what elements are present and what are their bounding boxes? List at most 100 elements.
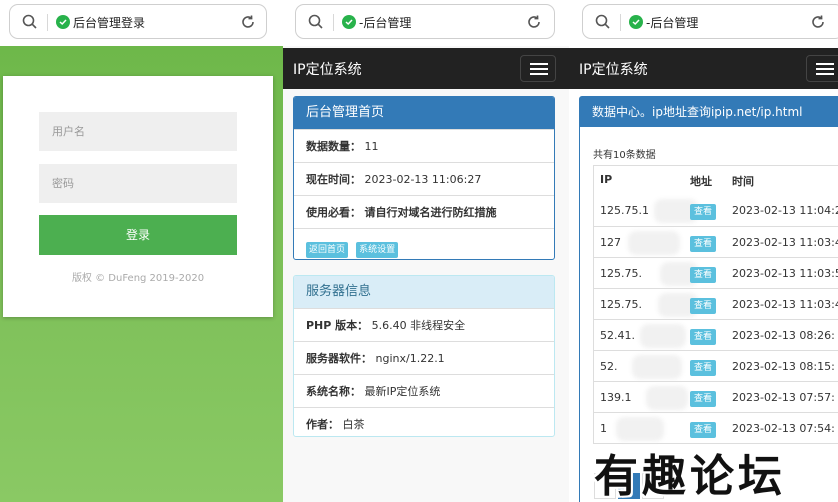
time-cell: 2023-02-13 07:54: [732, 422, 835, 435]
info-row-server: 服务器软件： nginx/1.22.1 [294, 341, 554, 374]
page-title-address: 后台管理登录 [73, 16, 146, 30]
time-cell: 2023-02-13 11:03:4 [732, 236, 838, 249]
table-row: 127 查看 2023-02-13 11:03:4 [594, 226, 838, 257]
info-row-system: 系统名称： 最新IP定位系统 [294, 374, 554, 407]
time-cell: 2023-02-13 07:57: [732, 391, 835, 404]
view-button[interactable]: 查看 [690, 391, 717, 407]
secure-shield-icon [342, 15, 356, 29]
view-button[interactable]: 查看 [690, 329, 717, 345]
time-cell: 2023-02-13 08:15: [732, 360, 835, 373]
browser-toolbar: -后台管理 [283, 0, 569, 46]
login-card: 用户名 密码 登录 版权 © DuFeng 2019-2020 [3, 76, 273, 317]
menu-toggle-icon[interactable] [806, 55, 838, 82]
address-bar[interactable]: 后台管理登录 [9, 4, 267, 39]
table-row: 1 查看 2023-02-13 07:54: [594, 412, 838, 443]
panel-title: 后台管理首页 [294, 97, 554, 129]
copyright-text: 版权 © DuFeng 2019-2020 [71, 273, 205, 284]
secure-shield-icon [629, 15, 643, 29]
search-icon [22, 14, 37, 29]
view-button[interactable]: 查看 [690, 204, 717, 220]
login-screen: 后台管理登录 用户名 密码 登录 版权 © DuFeng 2019-2020 [0, 0, 283, 502]
navbar: IP定位系统 [569, 48, 838, 89]
menu-toggle-icon[interactable] [520, 55, 556, 82]
table-row: 139.1 查看 2023-02-13 07:57: [594, 381, 838, 412]
view-button[interactable]: 查看 [690, 236, 717, 252]
address-cell: 查看 [690, 422, 717, 438]
column-address: 地址 [690, 175, 712, 188]
ip-cell: 125.75.1 [600, 204, 649, 217]
admin-home-panel: 后台管理首页 数据数量： 11 现在时间： 2023-02-13 11:06:2… [293, 96, 555, 260]
ip-cell: 52.41. [600, 329, 635, 342]
address-cell: 查看 [690, 360, 717, 376]
table-row: 52.41. 查看 2023-02-13 08:26: [594, 319, 838, 350]
address-bar[interactable]: -后台管理 [295, 4, 555, 39]
redaction-blur [628, 231, 680, 255]
stat-row-notice: 使用必看： 请自行对域名进行防红措施 [294, 195, 554, 228]
reload-icon[interactable] [239, 13, 257, 31]
ip-cell: 1 [600, 422, 607, 435]
ip-cell: 127 [600, 236, 621, 249]
page-title-address: -后台管理 [359, 16, 412, 30]
address-cell: 查看 [690, 391, 717, 407]
forum-watermark: 有趣论坛 [594, 451, 786, 502]
info-row-author: 作者： 白茶 [294, 407, 554, 436]
panel-title: 服务器信息 [294, 276, 554, 308]
table-header: IP 地址 时间 [594, 166, 838, 195]
stat-row-count: 数据数量： 11 [294, 129, 554, 162]
view-button[interactable]: 查看 [690, 298, 717, 314]
password-input[interactable]: 密码 [39, 164, 237, 203]
ip-cell: 125.75. [600, 298, 642, 311]
page-title-address: -后台管理 [646, 16, 699, 30]
stat-row-time: 现在时间： 2023-02-13 11:06:27 [294, 162, 554, 195]
search-icon [308, 14, 323, 29]
secure-shield-icon [56, 15, 70, 29]
table-row: 125.75. 查看 2023-02-13 11:03:5 [594, 257, 838, 288]
login-button[interactable]: 登录 [39, 215, 237, 255]
ip-cell: 139.1 [600, 391, 632, 404]
address-separator [47, 14, 48, 31]
table-row: 125.75.1 查看 2023-02-13 11:04:2 [594, 195, 838, 226]
table-row: 125.75. 查看 2023-02-13 11:03:4 [594, 288, 838, 319]
redaction-blur [632, 355, 682, 379]
navbar-brand[interactable]: IP定位系统 [293, 59, 362, 79]
view-button[interactable]: 查看 [690, 267, 717, 283]
navbar: IP定位系统 [283, 48, 569, 89]
address-cell: 查看 [690, 329, 717, 345]
data-center-screen: -后台管理 IP定位系统 数据中心。ip地址查询ipip.net/ip.html… [569, 0, 838, 502]
record-count: 共有10条数据 [593, 150, 656, 161]
view-button[interactable]: 查看 [690, 422, 717, 438]
info-row-php: PHP 版本： 5.6.40 非线程安全 [294, 308, 554, 341]
ip-table: IP 地址 时间 125.75.1 查看 2023-02-13 11:04:2 127… [593, 165, 838, 444]
column-ip: IP [600, 173, 613, 186]
table-body: 125.75.1 查看 2023-02-13 11:04:2 127 查看 2023-02… [594, 195, 838, 443]
server-info-panel: 服务器信息 PHP 版本： 5.6.40 非线程安全 服务器软件： nginx/… [293, 275, 555, 437]
search-icon [595, 14, 610, 29]
address-cell: 查看 [690, 236, 717, 252]
address-separator [620, 14, 621, 31]
view-button[interactable]: 查看 [690, 360, 717, 376]
time-cell: 2023-02-13 11:03:4 [732, 298, 838, 311]
redaction-blur [640, 324, 686, 348]
address-cell: 查看 [690, 298, 717, 314]
panel-buttons: 返回首页 系统设置 [294, 228, 554, 259]
panel-title: 数据中心。ip地址查询ipip.net/ip.html [580, 97, 838, 127]
address-cell: 查看 [690, 204, 717, 220]
time-cell: 2023-02-13 08:26: [732, 329, 835, 342]
reload-icon[interactable] [525, 13, 543, 31]
redaction-blur [616, 417, 664, 441]
address-bar[interactable]: -后台管理 [582, 4, 838, 39]
address-separator [333, 14, 334, 31]
address-cell: 查看 [690, 267, 717, 283]
time-cell: 2023-02-13 11:04:2 [732, 204, 838, 217]
navbar-brand[interactable]: IP定位系统 [579, 59, 648, 79]
system-settings-button[interactable]: 系统设置 [356, 242, 399, 258]
admin-home-screen: -后台管理 IP定位系统 后台管理首页 数据数量： 11 现在时间： 2023-… [283, 0, 569, 502]
username-input[interactable]: 用户名 [39, 112, 237, 151]
redaction-blur [646, 386, 688, 410]
ip-cell: 52. [600, 360, 618, 373]
ip-cell: 125.75. [600, 267, 642, 280]
back-home-button[interactable]: 返回首页 [306, 242, 349, 258]
column-time: 时间 [732, 175, 754, 188]
time-cell: 2023-02-13 11:03:5 [732, 267, 838, 280]
reload-icon[interactable] [809, 13, 827, 31]
